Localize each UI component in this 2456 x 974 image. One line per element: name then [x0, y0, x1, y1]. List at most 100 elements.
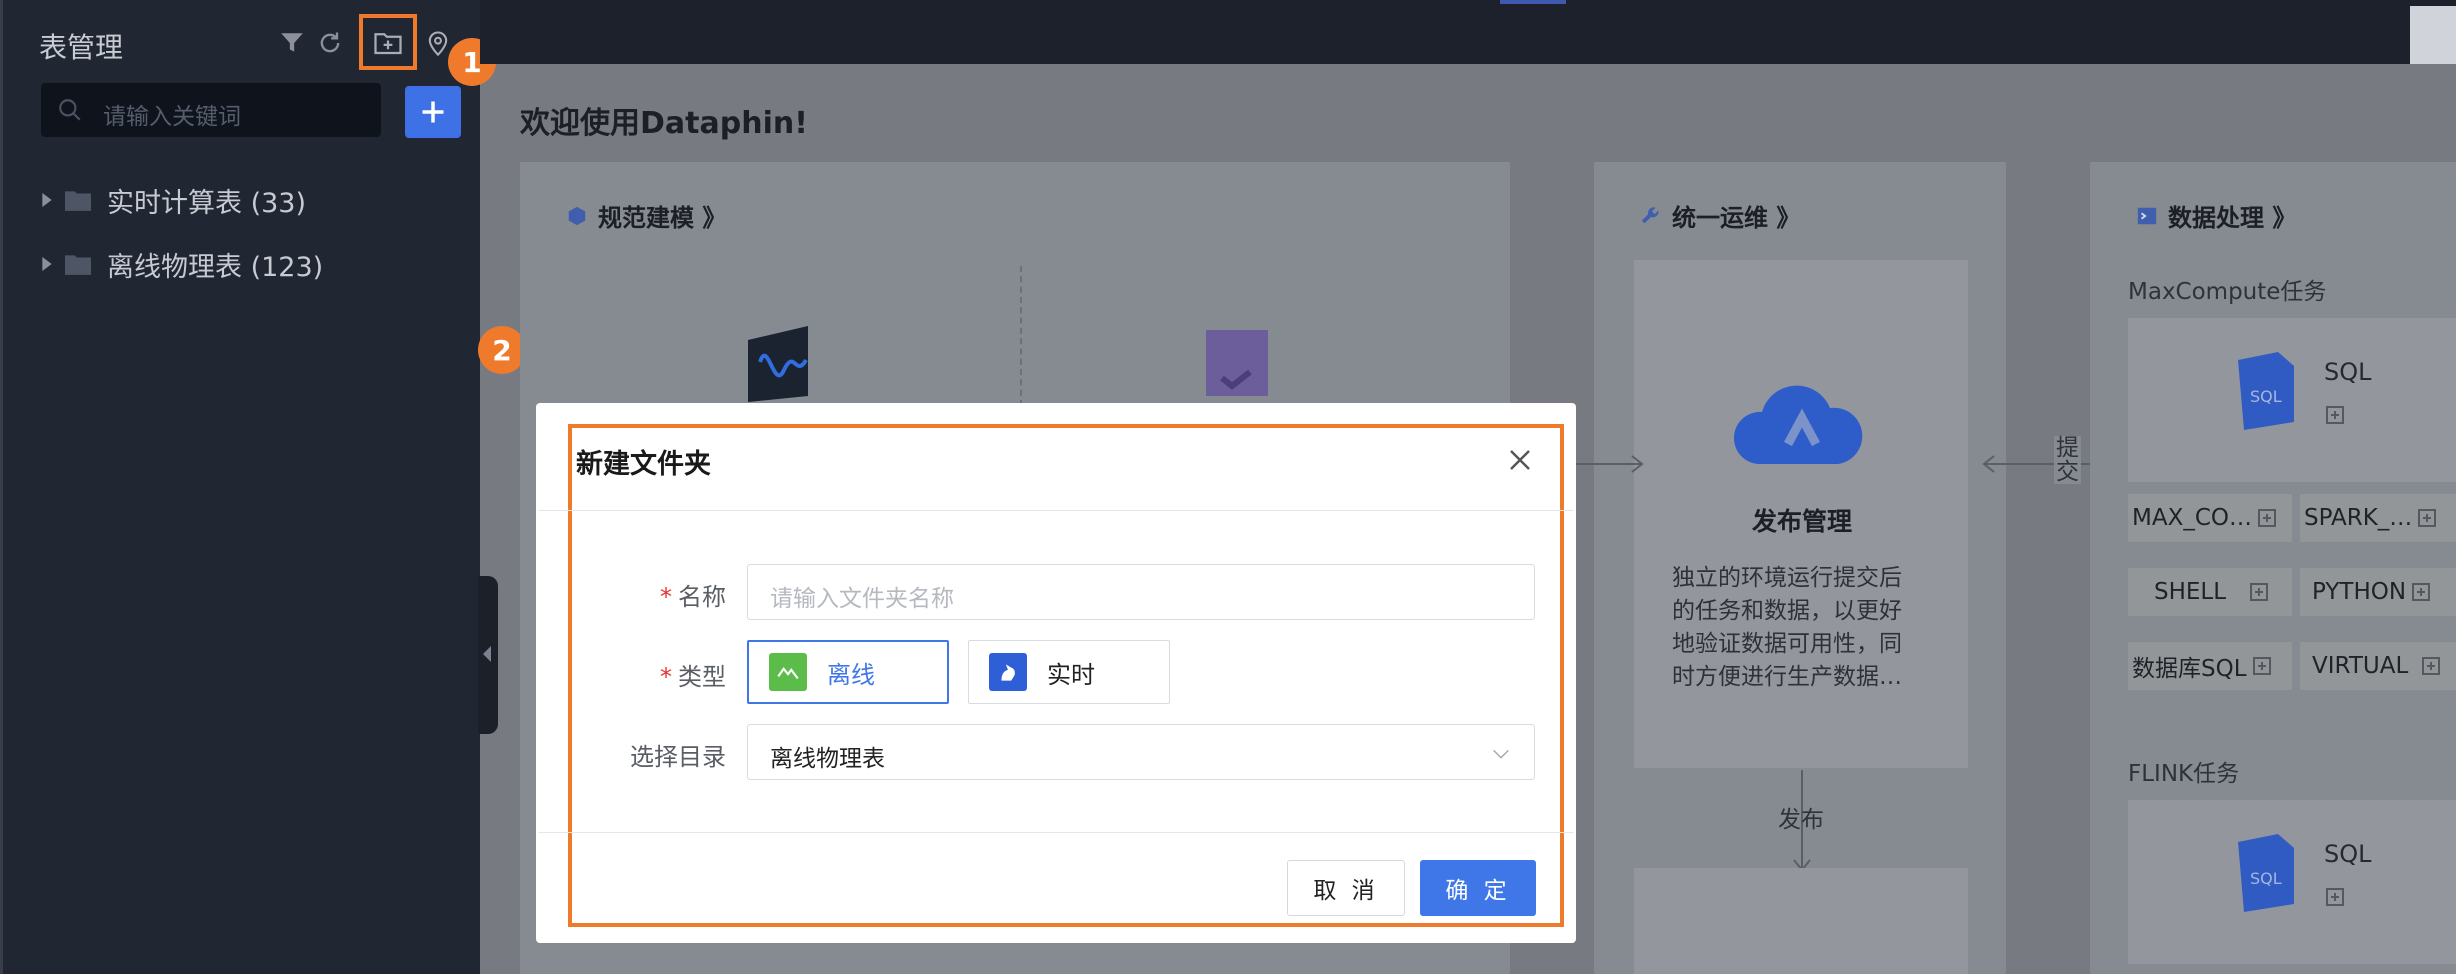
maxcompute-label: MaxCompute任务	[2128, 279, 2327, 305]
folder-name-placeholder: 请输入文件夹名称	[770, 586, 954, 612]
cloud-upload-illustration	[1733, 385, 1863, 464]
tree-item-offline[interactable]: 离线物理表 (123)	[41, 244, 323, 284]
maxcompute-sql-label: SQL	[2324, 358, 2372, 386]
dialog-title: 新建文件夹	[576, 449, 711, 480]
add-flink-sql-icon[interactable]	[2326, 888, 2344, 906]
wrench-icon	[1641, 206, 1659, 223]
modeling-chart-illustration	[748, 326, 808, 402]
caret-right-icon	[42, 193, 52, 207]
add-task-icon[interactable]	[2258, 509, 2276, 527]
flink-sql-file-illustration: SQL	[2238, 834, 2294, 912]
type-label-text: 类型	[678, 663, 726, 691]
sidebar-title: 表管理	[39, 31, 124, 64]
add-task-icon[interactable]	[2418, 509, 2437, 527]
publish-desc-line: 的任务和数据，以更好	[1672, 598, 1902, 624]
submit-arrow-label: 提 交	[2054, 436, 2081, 484]
task-virtual[interactable]: VIRTUAL	[2300, 642, 2456, 690]
panel-ops-label: 统一运维 》	[1672, 204, 1801, 232]
task-label: MAX_CO…	[2132, 505, 2252, 531]
task-label: VIRTUAL	[2312, 653, 2409, 679]
topbar-right-button[interactable]	[2410, 6, 2456, 64]
cancel-button[interactable]: 取 消	[1287, 860, 1405, 916]
submit-label-char: 交	[2056, 459, 2079, 485]
flink-label: FLINK任务	[2128, 761, 2240, 787]
svg-text:SQL: SQL	[2250, 387, 2282, 406]
directory-select[interactable]: 离线物理表	[747, 724, 1535, 780]
flink-sql-label: SQL	[2324, 840, 2372, 868]
task-python[interactable]: PYTHON	[2300, 568, 2456, 616]
modeling-check-illustration	[1206, 330, 1268, 396]
svg-text:SQL: SQL	[2250, 869, 2282, 888]
panel-data-title[interactable]: 数据处理 》	[2136, 198, 2296, 233]
folder-name-input[interactable]: 请输入文件夹名称	[747, 564, 1535, 620]
required-mark: *	[660, 663, 672, 691]
type-label: * 类型	[600, 657, 726, 692]
topbar-indicator	[1500, 0, 1566, 4]
search-placeholder: 请输入关键词	[103, 104, 241, 130]
arrow-left-icon	[1982, 455, 2102, 473]
type-option-label: 离线	[827, 660, 875, 689]
task-max-compute[interactable]: MAX_CO…	[2128, 494, 2292, 542]
task-label: SHELL	[2154, 579, 2227, 605]
cube-icon	[568, 206, 586, 225]
welcome-heading: 欢迎使用Dataphin!	[520, 106, 808, 141]
new-folder-highlight	[359, 14, 417, 70]
task-label: SPARK_…	[2304, 505, 2413, 531]
required-mark: *	[660, 583, 672, 611]
caret-left-icon	[483, 646, 491, 662]
terminal-icon	[2137, 207, 2157, 224]
add-task-icon[interactable]	[2412, 583, 2431, 601]
add-sql-icon[interactable]	[2326, 406, 2344, 424]
filter-icon[interactable]	[275, 26, 309, 60]
realtime-icon	[989, 653, 1027, 691]
publish-desc-line: 地验证数据可用性，同	[1672, 631, 1902, 657]
task-shell[interactable]: SHELL	[2128, 568, 2292, 616]
dashed-separator	[1020, 266, 1022, 406]
publish-card-desc: 独立的环境运行提交后 的任务和数据，以更好 地验证数据可用性，同 时方便进行生产…	[1672, 562, 1902, 694]
type-option-label: 实时	[1047, 660, 1095, 689]
panel-ops-title[interactable]: 统一运维 》	[1640, 198, 1800, 233]
dir-label: 选择目录	[630, 743, 726, 771]
dialog-footer-divider	[538, 832, 1574, 833]
folder-icon	[65, 255, 91, 275]
task-spark[interactable]: SPARK_…	[2300, 494, 2456, 542]
chevron-down-icon	[1493, 749, 1509, 759]
add-task-icon[interactable]	[2422, 657, 2441, 675]
directory-value: 离线物理表	[770, 746, 885, 772]
type-option-realtime[interactable]: 实时	[968, 640, 1170, 704]
publish-desc-line: 独立的环境运行提交后	[1672, 565, 1902, 591]
plus-icon	[422, 101, 444, 123]
add-task-icon[interactable]	[2252, 657, 2271, 675]
search-icon	[59, 99, 81, 121]
publish-arrow-label: 发布	[1778, 807, 1824, 833]
close-icon	[1510, 450, 1530, 470]
arrow-right-icon	[1576, 455, 1644, 473]
refresh-icon[interactable]	[313, 26, 347, 60]
add-task-icon[interactable]	[2250, 583, 2269, 601]
publish-card-title: 发布管理	[1752, 507, 1853, 536]
caret-right-icon	[42, 257, 52, 271]
sql-file-illustration: SQL	[2238, 352, 2294, 430]
folder-icon	[65, 191, 91, 211]
tree-item-realtime[interactable]: 实时计算表 (33)	[41, 180, 306, 220]
close-button[interactable]	[1502, 442, 1538, 478]
panel-modeling-title[interactable]: 规范建模 》	[566, 198, 726, 233]
type-option-offline[interactable]: 离线	[747, 640, 949, 704]
add-button[interactable]	[405, 86, 461, 138]
tree-item-label: 离线物理表 (123)	[107, 251, 324, 283]
panel-data-label: 数据处理 》	[2168, 204, 2297, 232]
task-label: PYTHON	[2312, 579, 2407, 605]
dialog-header-divider	[538, 510, 1574, 511]
name-label-text: 名称	[678, 583, 726, 611]
task-database-sql[interactable]: 数据库SQL	[2128, 642, 2292, 690]
offline-icon	[769, 653, 807, 691]
submit-label-char: 提	[2056, 435, 2079, 461]
ops-card-lower	[1634, 868, 1968, 974]
top-bar	[480, 0, 2456, 64]
sidebar-collapse-handle[interactable]	[478, 576, 498, 734]
search-input[interactable]: 请输入关键词	[41, 83, 381, 137]
task-label: 数据库SQL	[2132, 656, 2247, 682]
confirm-button[interactable]: 确 定	[1420, 860, 1536, 916]
publish-desc-line: 时方便进行生产数据…	[1672, 664, 1902, 690]
tree-item-label: 实时计算表 (33)	[107, 187, 307, 219]
